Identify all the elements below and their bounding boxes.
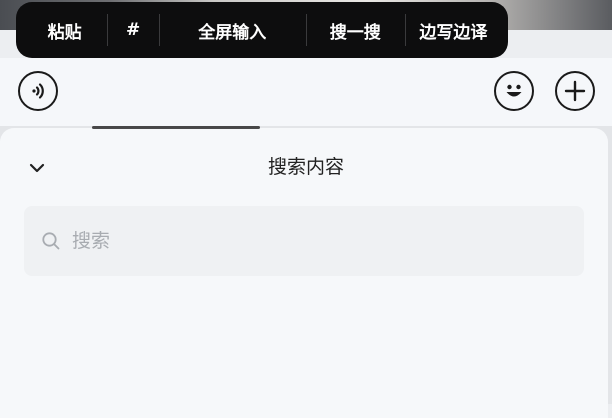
search-icon — [40, 230, 62, 252]
menu-item-search[interactable]: 搜一搜 — [305, 2, 405, 58]
emoji-button[interactable] — [494, 71, 534, 111]
voice-input-button[interactable] — [18, 71, 58, 111]
plus-icon — [564, 80, 586, 102]
chevron-down-icon — [29, 163, 45, 173]
menu-item-hashtag[interactable]: # — [107, 2, 159, 58]
collapse-panel-button[interactable] — [24, 156, 50, 180]
chat-input-bar — [0, 58, 612, 126]
menu-item-translate-while-typing[interactable]: 边写边译 — [404, 2, 502, 58]
emoji-icon — [506, 84, 522, 97]
more-options-button[interactable] — [555, 71, 595, 111]
menu-item-fullscreen-input[interactable]: 全屏输入 — [158, 2, 306, 58]
active-tab-indicator — [92, 126, 260, 129]
menu-item-paste[interactable]: 粘贴 — [22, 2, 107, 58]
voice-icon — [32, 83, 44, 99]
search-input[interactable] — [72, 230, 552, 252]
text-context-menu: 粘贴 # 全屏输入 搜一搜 边写边译 — [16, 2, 508, 58]
search-box[interactable] — [24, 206, 584, 276]
panel-title: 搜索内容 — [267, 156, 344, 178]
